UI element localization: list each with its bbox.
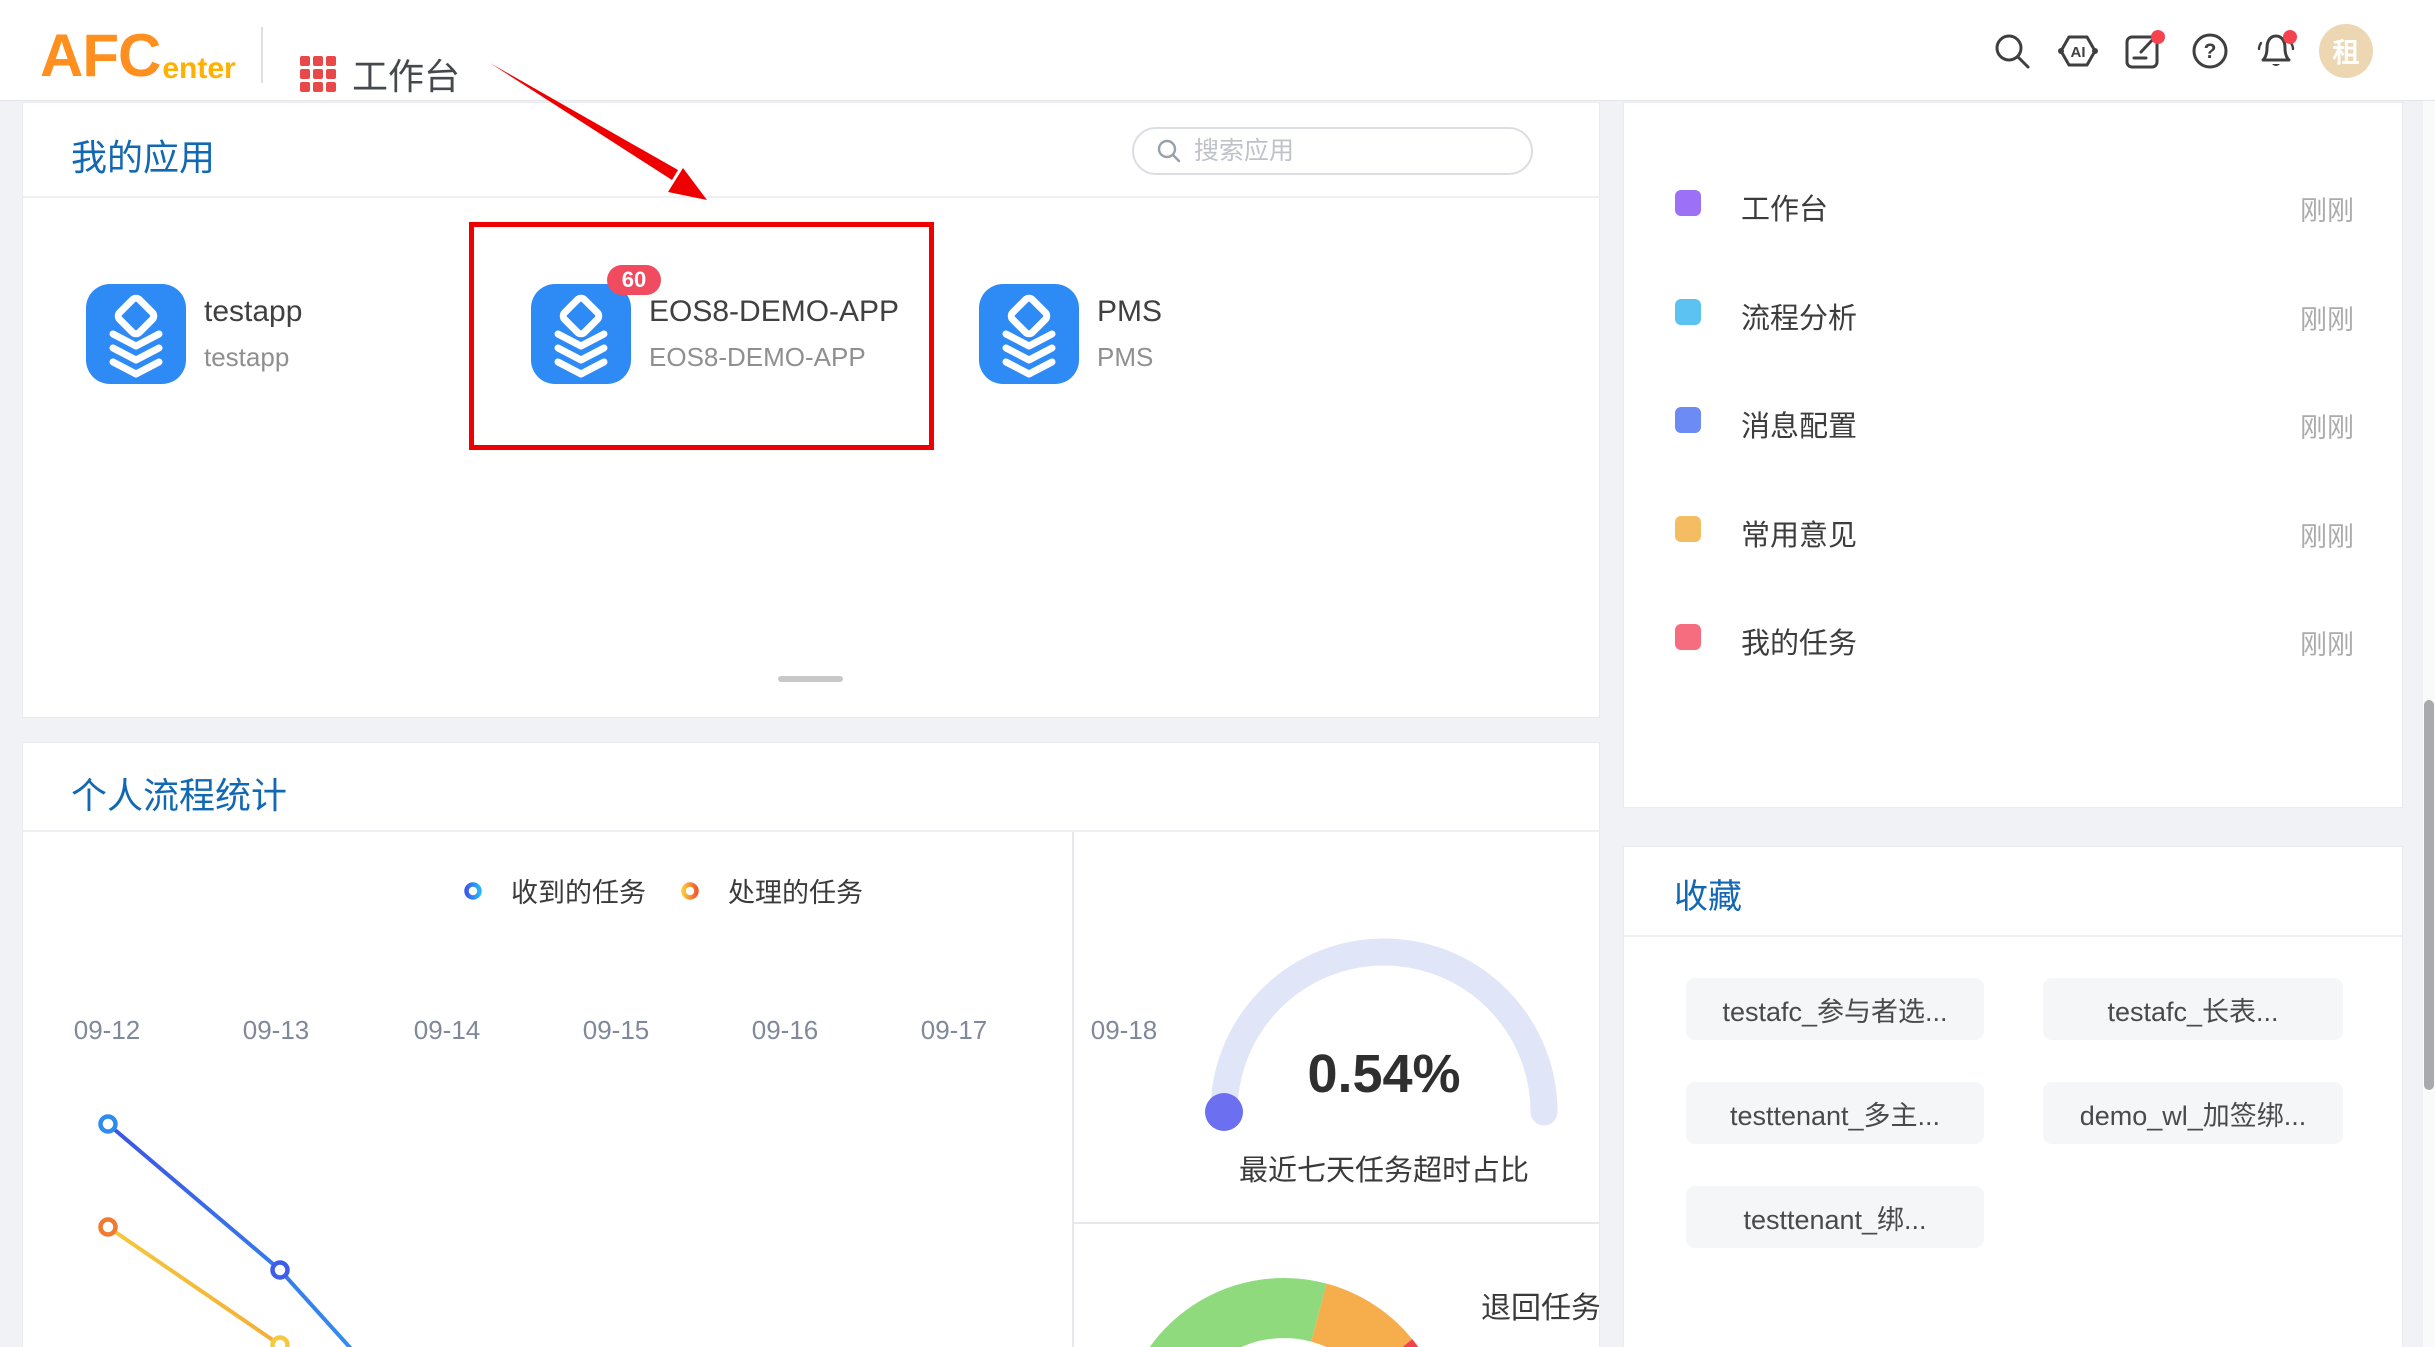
entry-time: 刚刚 [2300, 189, 2354, 228]
data-point[interactable] [101, 1220, 116, 1235]
favorite-chip[interactable]: testtenant_多主... [1686, 1082, 1984, 1144]
compose-badge-dot [2151, 30, 2165, 44]
entry-label: 工作台 [1741, 186, 1828, 228]
returned-tasks-count-clipped: 1 [1523, 1339, 1549, 1347]
entry-time: 刚刚 [2300, 515, 2354, 554]
donut-returned-tasks [1150, 1308, 1407, 1347]
app-card-testapp[interactable]: testapp testapp [86, 284, 386, 384]
recent-item-workbench[interactable]: 工作台 刚刚 [1624, 183, 2402, 223]
favorites-header: 收藏 [1624, 847, 2402, 937]
entry-color-square [1675, 407, 1701, 433]
search-button[interactable] [1989, 28, 2035, 74]
compose-button[interactable] [2121, 28, 2167, 74]
top-bar: AFC enter 工作台 AI [0, 0, 2435, 101]
logo-text-main: AFC [40, 26, 160, 86]
recent-entries-panel: 工作台 刚刚 流程分析 刚刚 消息配置 刚刚 常用意见 刚刚 我的任务 刚刚 [1623, 102, 2403, 808]
vertical-scrollbar-track[interactable] [2423, 101, 2435, 1347]
favorite-chip[interactable]: testtenant_绑... [1686, 1186, 1984, 1248]
svg-text:?: ? [2204, 40, 2217, 63]
gauge-value: 0.54% [1244, 1043, 1524, 1105]
entry-color-square [1675, 299, 1701, 325]
entry-time: 刚刚 [2300, 623, 2354, 662]
search-icon [1990, 29, 2034, 73]
svg-text:AI: AI [2071, 44, 2086, 61]
recent-item-message-config[interactable]: 消息配置 刚刚 [1624, 400, 2402, 440]
gauge-caption: 最近七天任务超时占比 [1184, 1147, 1584, 1189]
recent-item-common-opinions[interactable]: 常用意见 刚刚 [1624, 509, 2402, 549]
entry-color-square [1675, 190, 1701, 216]
help-button[interactable]: ? [2187, 28, 2233, 74]
afcenter-workbench-page: AFC enter 工作台 AI [0, 0, 2435, 1347]
returned-tasks-label: 退回任务数 [1481, 1283, 1600, 1327]
my-apps-header: 我的应用 [23, 103, 1599, 198]
app-subtitle: EOS8-DEMO-APP [649, 342, 866, 373]
logo-text-sub: enter [162, 54, 235, 84]
entry-label: 常用意见 [1741, 512, 1857, 554]
entry-color-square [1675, 516, 1701, 542]
gauge-progress-dot [1205, 1093, 1243, 1131]
personal-process-stats-panel: 个人流程统计 收到的任务 [22, 742, 1600, 1347]
data-point[interactable] [273, 1263, 288, 1278]
app-card-eos8-demo-app[interactable]: 60 EOS8-DEMO-APP EOS8-DEMO-APP [531, 284, 931, 384]
app-name: testapp [204, 295, 302, 329]
notifications-button[interactable] [2253, 28, 2299, 74]
my-apps-panel: 我的应用 testapp testapp [22, 102, 1600, 718]
app-subtitle: testapp [204, 342, 289, 373]
app-name: PMS [1097, 295, 1162, 329]
entry-label: 我的任务 [1741, 620, 1857, 662]
favorite-chip[interactable]: demo_wl_加签绑... [2043, 1082, 2343, 1144]
header-divider [261, 27, 263, 83]
data-point[interactable] [273, 1338, 288, 1347]
app-layers-icon [979, 284, 1079, 384]
entry-time: 刚刚 [2300, 406, 2354, 445]
afcenter-logo[interactable]: AFC enter [40, 26, 236, 86]
ai-assistant-button[interactable]: AI [2055, 28, 2101, 74]
app-grid-icon [300, 56, 336, 92]
favorites-title: 收藏 [1674, 869, 1742, 918]
entry-time: 刚刚 [2300, 298, 2354, 337]
entry-color-square [1675, 624, 1701, 650]
favorite-chip[interactable]: testafc_长表... [2043, 978, 2343, 1040]
workbench-title: 工作台 [352, 48, 460, 100]
entry-label: 消息配置 [1741, 403, 1857, 445]
vertical-scrollbar-thumb[interactable] [2424, 700, 2434, 1090]
recent-item-process-analysis[interactable]: 流程分析 刚刚 [1624, 292, 2402, 332]
carousel-indicator[interactable] [778, 676, 843, 682]
app-subtitle: PMS [1097, 342, 1153, 373]
favorite-chip[interactable]: testafc_参与者选... [1686, 978, 1984, 1040]
series-processed-tasks [101, 1220, 448, 1347]
workbench-menu[interactable]: 工作台 [300, 48, 460, 100]
favorites-panel: 收藏 testafc_参与者选... testafc_长表... testten… [1623, 846, 2403, 1347]
tenant-avatar[interactable]: 租 [2319, 24, 2373, 78]
recent-item-my-tasks[interactable]: 我的任务 刚刚 [1624, 617, 2402, 657]
header-toolbar: AI ? [1989, 0, 2373, 101]
app-search-box[interactable] [1132, 127, 1533, 175]
ai-assistant-icon: AI [2055, 31, 2101, 71]
app-layers-icon [531, 284, 631, 384]
data-point[interactable] [101, 1117, 116, 1132]
my-apps-title: 我的应用 [71, 129, 215, 181]
help-icon: ? [2188, 29, 2232, 73]
search-icon [1156, 138, 1182, 164]
app-search-input[interactable] [1194, 137, 1494, 166]
app-layers-icon [86, 284, 186, 384]
app-card-pms[interactable]: PMS PMS [979, 284, 1229, 384]
app-name: EOS8-DEMO-APP [649, 295, 899, 329]
series-received-tasks [101, 1117, 448, 1347]
todo-count-badge: 60 [607, 265, 661, 295]
notifications-badge-dot [2283, 30, 2297, 44]
entry-label: 流程分析 [1741, 295, 1857, 337]
